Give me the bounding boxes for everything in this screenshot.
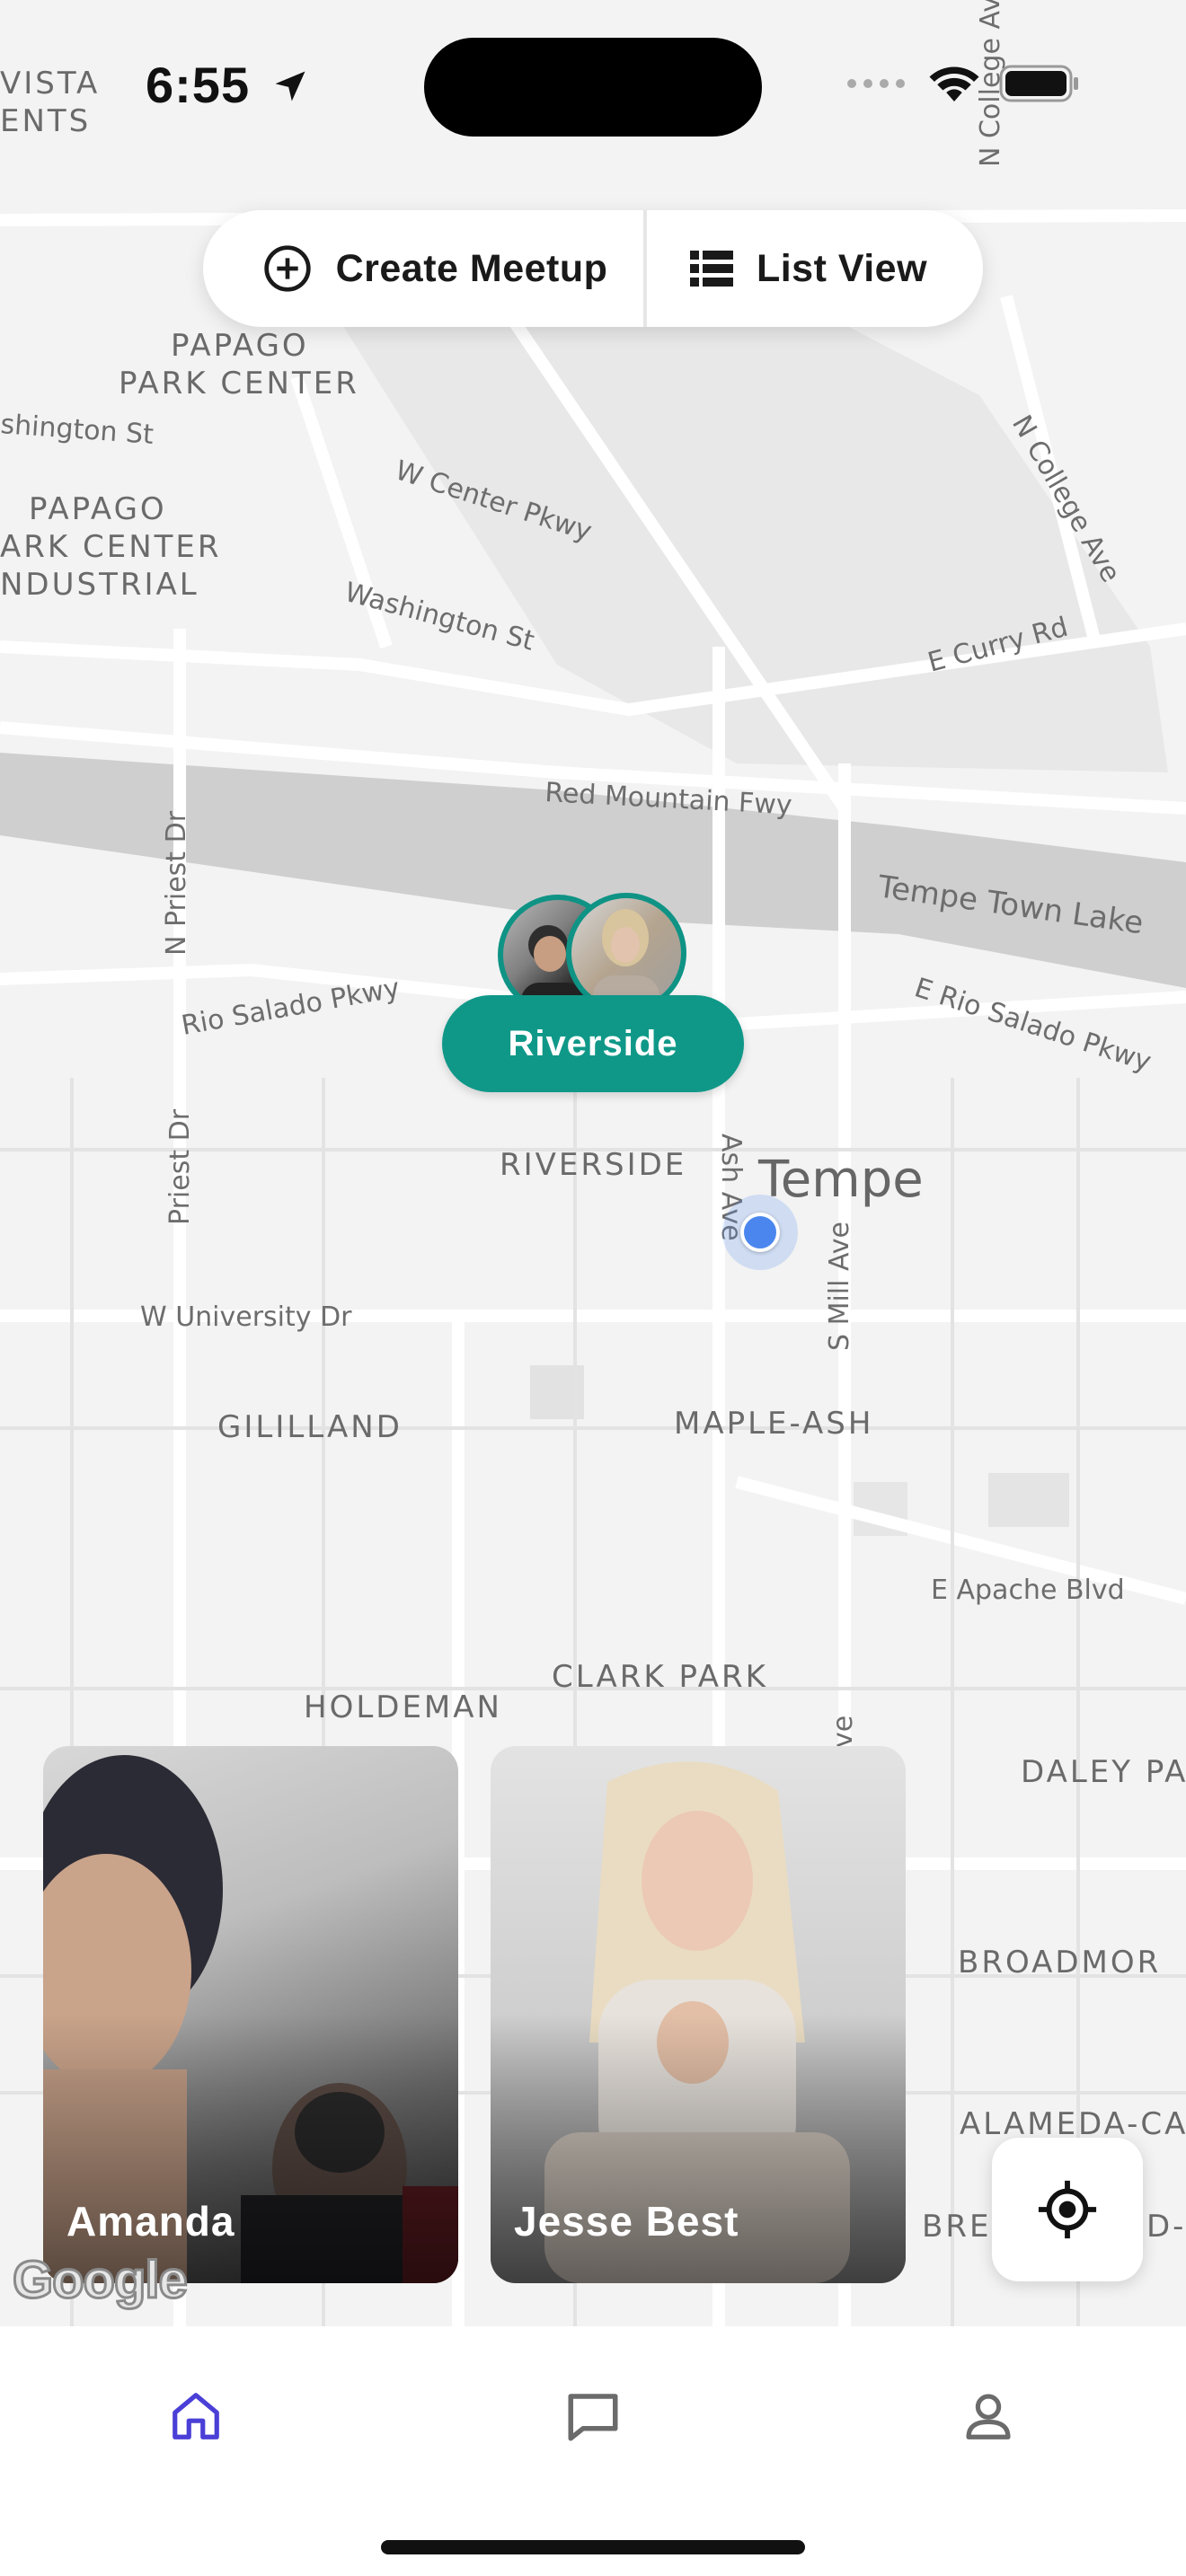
locate-me-button[interactable] <box>992 2138 1143 2281</box>
home-icon <box>173 2393 219 2439</box>
profile-card[interactable]: Amanda <box>43 1746 458 2283</box>
dynamic-island <box>424 38 762 137</box>
list-view-button[interactable]: List View <box>647 210 983 327</box>
street-label: S Mill Ave <box>824 1222 855 1351</box>
area-label: HOLDEMAN <box>304 1689 502 1725</box>
chat-icon <box>568 2394 618 2441</box>
create-meetup-label: Create Meetup <box>335 246 608 290</box>
street-label: W University Dr <box>140 1301 352 1333</box>
crosshair-icon <box>1038 2180 1097 2239</box>
tab-bar <box>0 2326 1186 2576</box>
profile-card-name: Amanda <box>66 2198 235 2245</box>
area-label: PARK CENTER <box>119 366 359 401</box>
status-time-text: 6:55 <box>146 57 251 113</box>
street-label: E Apache Blvd <box>931 1575 1125 1606</box>
area-label: BRE <box>922 2209 991 2245</box>
status-time: 6:55 <box>146 56 310 114</box>
user-icon <box>966 2394 1011 2439</box>
street-label: N Priest Dr <box>161 810 192 956</box>
area-label: ENTS <box>0 103 91 139</box>
tab-home[interactable] <box>142 2371 250 2461</box>
google-logo: Google <box>12 2250 190 2311</box>
area-label: ARK CENTER <box>0 529 222 565</box>
area-label: RIVERSIDE <box>500 1147 686 1183</box>
top-action-bar: Create Meetup List View <box>203 210 983 327</box>
area-label: ALAMEDA-CA <box>960 2106 1186 2142</box>
area-label: PAPAGO <box>171 328 309 364</box>
cellular-icon <box>847 79 905 88</box>
person-silhouette-icon <box>593 909 659 1008</box>
area-label: PAPAGO <box>29 491 167 527</box>
list-icon <box>689 251 733 287</box>
tab-profile[interactable] <box>934 2371 1042 2461</box>
city-label: Tempe <box>757 1151 924 1209</box>
street-label: ve <box>828 1716 859 1748</box>
create-meetup-button[interactable]: Create Meetup <box>203 210 643 327</box>
area-label: MAPLE-ASH <box>674 1406 873 1442</box>
area-label: NDUSTRIAL <box>0 567 199 603</box>
area-label: CLARK PARK <box>552 1659 768 1695</box>
meetup-marker-label[interactable]: Riverside <box>442 995 744 1092</box>
area-label: DALEY PA <box>1021 1754 1186 1790</box>
profile-card-name: Jesse Best <box>514 2198 739 2245</box>
list-view-label: List View <box>756 246 928 290</box>
profile-card[interactable]: Jesse Best <box>491 1746 906 2283</box>
street-label: Priest Dr <box>164 1108 196 1225</box>
home-indicator <box>381 2540 805 2554</box>
location-arrow-icon <box>275 71 305 101</box>
area-label: VISTA <box>0 66 100 101</box>
current-location-dot <box>722 1195 798 1270</box>
area-label: GILILLAND <box>217 1409 403 1445</box>
area-label: D-C <box>1146 2209 1186 2245</box>
area-label: BROADMOR <box>958 1945 1161 1981</box>
wifi-icon <box>929 66 979 101</box>
plus-circle-icon <box>263 245 311 292</box>
tab-messages[interactable] <box>539 2371 647 2461</box>
status-icons <box>846 63 1080 104</box>
battery-icon <box>999 65 1078 102</box>
map-block <box>988 1473 1069 1527</box>
